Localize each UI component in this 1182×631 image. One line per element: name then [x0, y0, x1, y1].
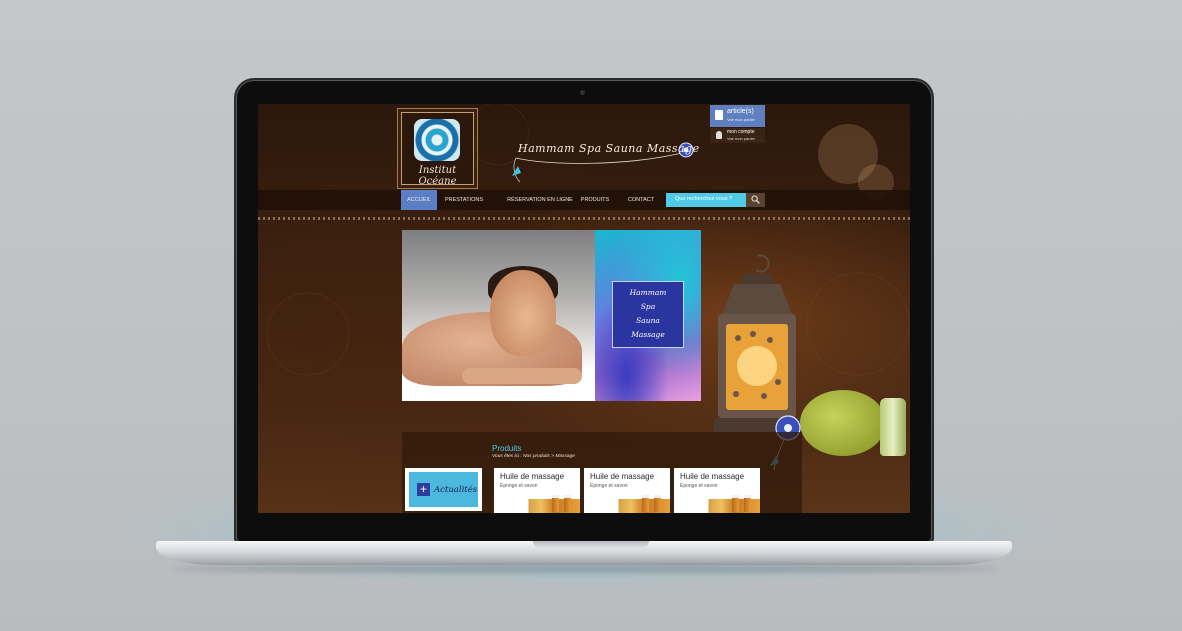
- slogan: Hammam Spa Sauna Massage: [518, 142, 700, 155]
- product-name: Huile de massage: [500, 472, 565, 481]
- towel-illustration: [800, 390, 886, 456]
- breadcrumb: Vous êtes ici : Nos produits > Massage: [492, 454, 575, 459]
- search-input[interactable]: Que recherchez-vous ?: [666, 193, 746, 207]
- news-button[interactable]: + Actualités: [405, 468, 482, 511]
- banner-line: Hammam: [629, 288, 667, 297]
- product-name: Huile de massage: [590, 472, 655, 481]
- plus-icon: +: [417, 483, 430, 496]
- product-card[interactable]: Huile de massage Eponge et savon: [674, 468, 760, 513]
- cart-button[interactable]: article(s) Voir mon panier: [710, 105, 765, 127]
- website-screen: Institut Océane Hammam Spa Sauna Massage…: [258, 104, 910, 513]
- jar-icon: [564, 495, 571, 512]
- product-subtitle: Eponge et savon: [590, 483, 628, 489]
- logo-tile-icon: [414, 119, 460, 161]
- cart-link[interactable]: Voir mon panier: [727, 117, 755, 122]
- search-icon: [751, 195, 760, 204]
- jar-icon: [654, 495, 661, 512]
- banner-plaque: Hammam Spa Sauna Massage: [612, 281, 684, 348]
- spa-photo: [402, 230, 595, 401]
- product-card[interactable]: Huile de massage Eponge et savon: [584, 468, 670, 513]
- account-link[interactable]: Voir mon panier: [727, 136, 755, 141]
- nav-item-prestations[interactable]: PRESTATIONS: [442, 190, 486, 210]
- laptop-notch: [533, 541, 649, 548]
- account-button[interactable]: mon compte Voir mon panier: [710, 128, 765, 143]
- account-label: mon compte: [727, 129, 755, 135]
- banner-line: Massage: [631, 330, 665, 339]
- jar-icon: [732, 495, 739, 512]
- product-name: Huile de massage: [680, 472, 745, 481]
- cart-label: article(s): [727, 108, 754, 115]
- jar-icon: [552, 495, 559, 512]
- banner-line: Sauna: [636, 316, 660, 325]
- site-logo[interactable]: Institut Océane: [401, 112, 474, 187]
- jar-icon: [744, 495, 751, 512]
- news-panel: + Actualités: [409, 472, 478, 507]
- camera-icon: [580, 90, 585, 95]
- leaf-icon: [512, 166, 521, 176]
- main-nav: ACCUEIL PRESTATIONS RÉSERVATION EN LIGNE…: [258, 190, 910, 210]
- photo-arms: [462, 368, 582, 384]
- photo-face: [490, 270, 556, 356]
- nav-item-accueil[interactable]: ACCUEIL: [401, 190, 437, 210]
- nav-item-reservation[interactable]: RÉSERVATION EN LIGNE: [496, 190, 584, 210]
- user-icon: [716, 131, 722, 139]
- banner-panel: Hammam Spa Sauna Massage: [595, 230, 701, 401]
- product-subtitle: Eponge et savon: [500, 483, 538, 489]
- divider: [258, 217, 910, 220]
- nav-item-produits[interactable]: PRODUITS: [574, 190, 616, 210]
- nav-item-contact[interactable]: CONTACT: [622, 190, 660, 210]
- cart-bag-icon: [715, 110, 723, 120]
- product-card[interactable]: Huile de massage Eponge et savon: [494, 468, 580, 513]
- product-subtitle: Eponge et savon: [680, 483, 718, 489]
- search-placeholder: Que recherchez-vous ?: [675, 196, 733, 202]
- bottle-illustration: [880, 398, 906, 456]
- news-label: Actualités: [434, 485, 478, 495]
- banner-line: Spa: [640, 302, 656, 311]
- laptop-shadow: [170, 565, 1000, 573]
- search-button[interactable]: [746, 193, 765, 207]
- section-title: Produits: [492, 444, 522, 453]
- brand-name: Institut Océane: [418, 165, 457, 187]
- hero-banner[interactable]: Hammam Spa Sauna Massage: [402, 230, 701, 401]
- jar-icon: [642, 495, 649, 512]
